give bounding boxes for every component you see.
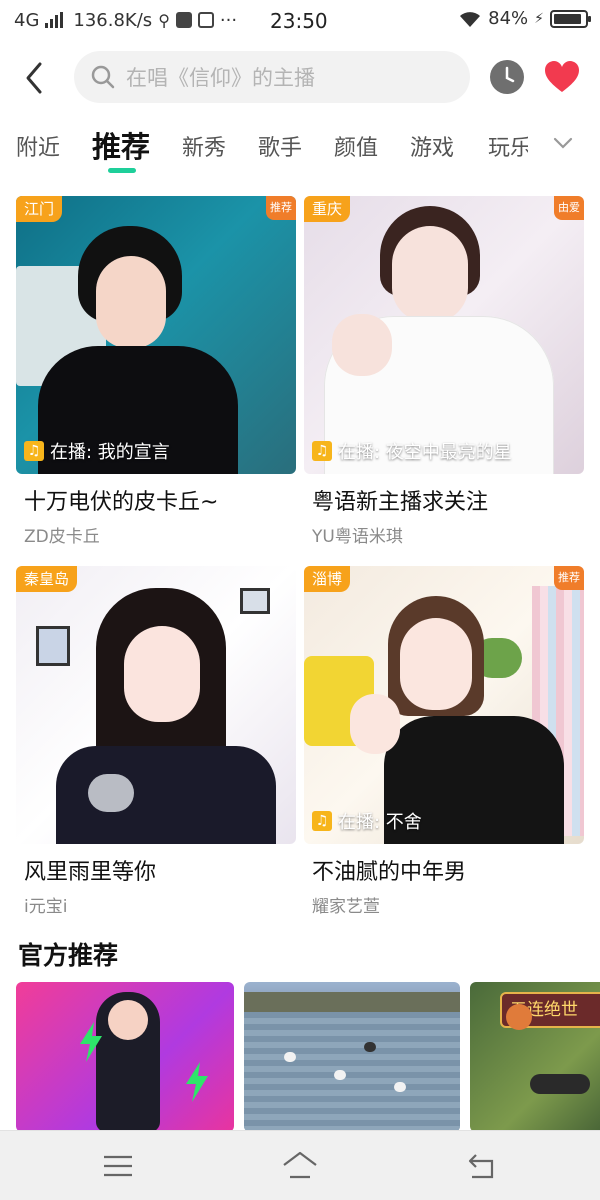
header: 在唱《信仰》的主播 <box>0 48 600 108</box>
tab-newcomer[interactable]: 新秀 <box>182 130 226 162</box>
now-playing: ♫ 在播: 夜空中最亮的星 <box>312 438 512 464</box>
streamer-hand <box>350 694 400 754</box>
bird <box>334 1070 346 1080</box>
category-tabs: 附近 推荐 新秀 歌手 颜值 游戏 玩乐 <box>0 120 600 176</box>
now-playing-text: 在播: 夜空中最亮的星 <box>338 442 512 463</box>
now-playing: ♫ 在播: 不舍 <box>312 808 422 834</box>
live-card[interactable]: 淄博 推荐 ♫ 在播: 不舍 不油腻的中年男 耀家艺萱 <box>304 566 584 917</box>
search-icon <box>91 65 115 89</box>
clock-time: 23:50 <box>270 9 328 33</box>
stream-title: 十万电伏的皮卡丘~ <box>24 490 219 515</box>
city-tag: 重庆 <box>304 196 351 222</box>
game-hud <box>530 1074 590 1094</box>
search-input[interactable]: 在唱《信仰》的主播 <box>74 51 470 103</box>
stream-thumbnail: 秦皇岛 <box>16 566 296 844</box>
streamer-name: YU粤语米琪 <box>312 527 403 547</box>
stream-title: 不油腻的中年男 <box>312 860 467 885</box>
recommend-badge: 推荐 <box>554 566 584 590</box>
home-icon <box>283 1151 317 1179</box>
stream-thumbnail: 淄博 推荐 ♫ 在播: 不舍 <box>304 566 584 844</box>
chevron-down-icon <box>553 137 573 149</box>
now-playing-text: 在播: 不舍 <box>338 812 422 833</box>
menu-button[interactable] <box>98 1149 138 1183</box>
music-note-icon: ♫ <box>312 811 332 831</box>
bird <box>284 1052 296 1062</box>
tab-recommended[interactable]: 推荐 <box>92 124 150 166</box>
tab-fun[interactable]: 玩乐 <box>488 130 528 162</box>
tab-looks[interactable]: 颜值 <box>334 130 378 162</box>
streamer-face <box>392 226 468 322</box>
search-placeholder: 在唱《信仰》的主播 <box>126 66 315 90</box>
music-note-icon: ♫ <box>312 441 332 461</box>
streamer-hand <box>332 314 392 376</box>
network-speed: 136.8K/s <box>73 9 153 31</box>
more-tabs-button[interactable] <box>550 132 576 154</box>
back-icon <box>468 1154 494 1179</box>
system-back-button[interactable] <box>462 1149 502 1183</box>
official-card[interactable]: 五连绝世 <box>470 982 600 1132</box>
stream-thumbnail: 江门 推荐 ♫ 在播: 我的宣言 <box>16 196 296 474</box>
favorites-button[interactable] <box>543 59 581 95</box>
official-card[interactable] <box>16 982 234 1132</box>
lightning-icon <box>80 1022 102 1062</box>
back-arrow-icon <box>26 62 42 94</box>
mountain-ridge <box>244 992 460 1012</box>
tab-nearby[interactable]: 附近 <box>16 130 60 162</box>
streamer-name: 耀家艺萱 <box>312 897 380 917</box>
battery-icon <box>550 9 591 28</box>
signal-icon <box>45 12 64 28</box>
app-notify-icon-2 <box>197 12 214 28</box>
streamer-name: i元宝i <box>24 897 68 917</box>
microphone <box>88 774 134 812</box>
streamer-name: ZD皮卡丘 <box>24 527 100 547</box>
history-button[interactable] <box>490 60 524 94</box>
status-bar: 4G 136.8K/s ⚲ ··· 23:50 84% ⚡ <box>0 0 600 40</box>
streamer-face <box>96 256 166 348</box>
recommend-badge: 由爱 <box>554 196 584 220</box>
city-tag: 秦皇岛 <box>16 566 78 592</box>
charging-icon: ⚡ <box>534 10 544 27</box>
active-tab-indicator <box>108 168 136 173</box>
more-notifications-icon: ··· <box>219 9 238 31</box>
system-navigation-bar <box>0 1130 600 1200</box>
stream-thumbnail: 重庆 由爱 ♫ 在播: 夜空中最亮的星 <box>304 196 584 474</box>
wall-frame <box>240 588 270 614</box>
city-tag: 江门 <box>16 196 63 222</box>
live-card[interactable]: 秦皇岛 风里雨里等你 i元宝i <box>16 566 296 917</box>
network-type: 4G <box>14 9 40 31</box>
wifi-icon <box>460 11 481 27</box>
music-note-icon: ♫ <box>24 441 44 461</box>
bird <box>364 1042 376 1052</box>
clock-icon <box>505 66 515 83</box>
lightning-icon <box>186 1062 208 1102</box>
battery-percent: 84% <box>488 8 529 29</box>
streamer-face <box>400 618 472 710</box>
section-title: 官方推荐 <box>18 941 119 970</box>
app-notify-icon <box>175 12 192 28</box>
city-tag: 淄博 <box>304 566 351 592</box>
heart-icon <box>545 61 579 92</box>
now-playing: ♫ 在播: 我的宣言 <box>24 438 170 464</box>
official-card[interactable] <box>244 982 460 1132</box>
wall-frame <box>36 626 70 666</box>
stream-title: 风里雨里等你 <box>24 860 157 885</box>
game-element <box>506 1004 532 1030</box>
usb-icon: ⚲ <box>158 10 170 30</box>
bird <box>394 1082 406 1092</box>
live-card[interactable]: 重庆 由爱 ♫ 在播: 夜空中最亮的星 粤语新主播求关注 YU粤语米琪 <box>304 196 584 547</box>
back-button[interactable] <box>18 58 54 98</box>
streamer-face <box>124 626 200 722</box>
tab-games[interactable]: 游戏 <box>410 130 454 162</box>
tab-singer[interactable]: 歌手 <box>258 130 302 162</box>
live-card[interactable]: 江门 推荐 ♫ 在播: 我的宣言 十万电伏的皮卡丘~ ZD皮卡丘 <box>16 196 296 547</box>
lake-water <box>244 1012 460 1132</box>
cartoon-face <box>108 1000 148 1040</box>
recommend-badge: 推荐 <box>266 196 296 220</box>
now-playing-text: 在播: 我的宣言 <box>50 442 170 463</box>
menu-icon <box>104 1155 132 1177</box>
home-button[interactable] <box>280 1149 320 1183</box>
stream-title: 粤语新主播求关注 <box>312 490 489 515</box>
